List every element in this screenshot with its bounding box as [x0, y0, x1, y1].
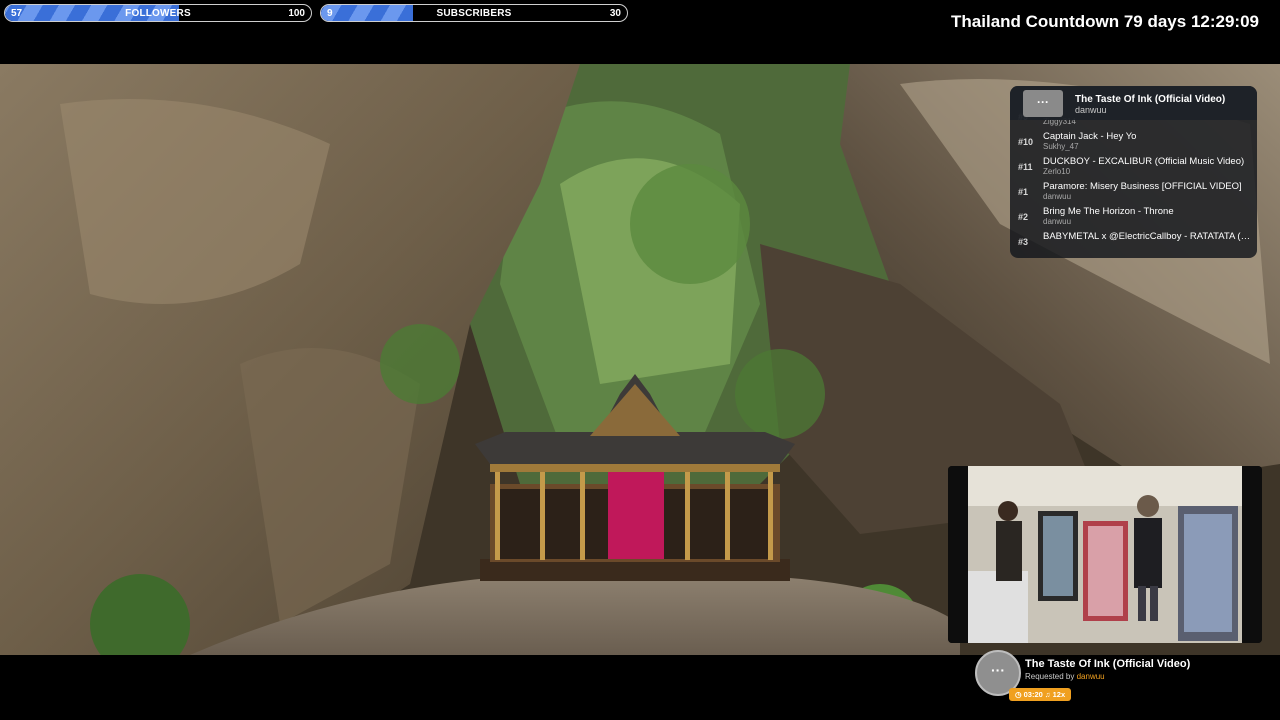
followers-goal-bar: 57 FOLLOWERS 100	[4, 4, 312, 22]
now-playing-widget: The Taste Of Ink (Official Video) Reques…	[975, 650, 1275, 710]
queue-title: BABYMETAL x @ElectricCallboy - RATATATA …	[1043, 231, 1251, 242]
queue-now-user: danwuu	[1075, 105, 1107, 115]
subscribers-max: 30	[609, 8, 621, 19]
queue-item: #10 Captain Jack - Hey Yo Sukhy_47	[1010, 129, 1257, 154]
queue-rank: #11	[1018, 162, 1033, 172]
queue-user: Zerlo10	[1043, 167, 1071, 176]
music-note-icon: ♫	[1044, 690, 1051, 699]
song-queue-panel: #9 Ziggy314 #10 Captain Jack - Hey Yo Su…	[1010, 86, 1257, 258]
queue-item: #2 Bring Me The Horizon - Throne danwuu	[1010, 204, 1257, 229]
now-playing-title: The Taste Of Ink (Official Video)	[1025, 658, 1191, 670]
more-dots-icon	[1023, 90, 1063, 117]
followers-label: FOLLOWERS	[125, 8, 191, 19]
subscribers-label: SUBSCRIBERS	[436, 8, 512, 19]
queue-user: danwuu	[1043, 192, 1072, 201]
play-count: 12x	[1052, 690, 1066, 699]
song-stats-badge: ◷ 03:20 ♫ 12x	[1009, 688, 1072, 701]
requested-by-label: Requested by	[1025, 672, 1075, 681]
queue-item: #3 BABYMETAL x @ElectricCallboy - RATATA…	[1010, 229, 1257, 254]
queue-title: Captain Jack - Hey Yo	[1043, 131, 1137, 142]
queue-title: DUCKBOY - EXCALIBUR (Official Music Vide…	[1043, 156, 1245, 167]
song-duration: 03:20	[1023, 690, 1043, 699]
queue-user: danwuu	[1043, 217, 1072, 226]
queue-rank: #10	[1018, 137, 1034, 147]
video-frame	[948, 466, 1262, 643]
queue-now-title: The Taste Of Ink (Official Video)	[1075, 94, 1226, 105]
queue-rank: #3	[1018, 237, 1029, 247]
queue-rank: #1	[1018, 187, 1029, 197]
followers-max: 100	[288, 8, 305, 19]
queue-list: #9 Ziggy314 #10 Captain Jack - Hey Yo Su…	[1010, 112, 1257, 254]
webcam-feed	[948, 466, 1262, 643]
queue-rank: #2	[1018, 212, 1029, 222]
queue-now-playing: The Taste Of Ink (Official Video) danwuu	[1010, 86, 1257, 120]
clock-icon: ◷	[1015, 690, 1022, 699]
queue-item: #11 DUCKBOY - EXCALIBUR (Official Music …	[1010, 154, 1257, 179]
requested-by-line: Requested by danwuu	[1025, 672, 1105, 681]
stream-overlay: 57 FOLLOWERS 100 9 SUBSCRIBERS 30 Thaila…	[0, 0, 1280, 720]
queue-title: Bring Me The Horizon - Throne	[1043, 206, 1174, 217]
queue-user: Sukhy_47	[1043, 142, 1079, 151]
queue-item: #1 Paramore: Misery Business [OFFICIAL V…	[1010, 179, 1257, 204]
countdown-text: Thailand Countdown 79 days 12:29:09	[951, 12, 1259, 31]
subscribers-goal-bar: 9 SUBSCRIBERS 30	[320, 4, 628, 22]
queue-title: Paramore: Misery Business [OFFICIAL VIDE…	[1043, 181, 1242, 192]
requester-name: danwuu	[1076, 672, 1105, 681]
